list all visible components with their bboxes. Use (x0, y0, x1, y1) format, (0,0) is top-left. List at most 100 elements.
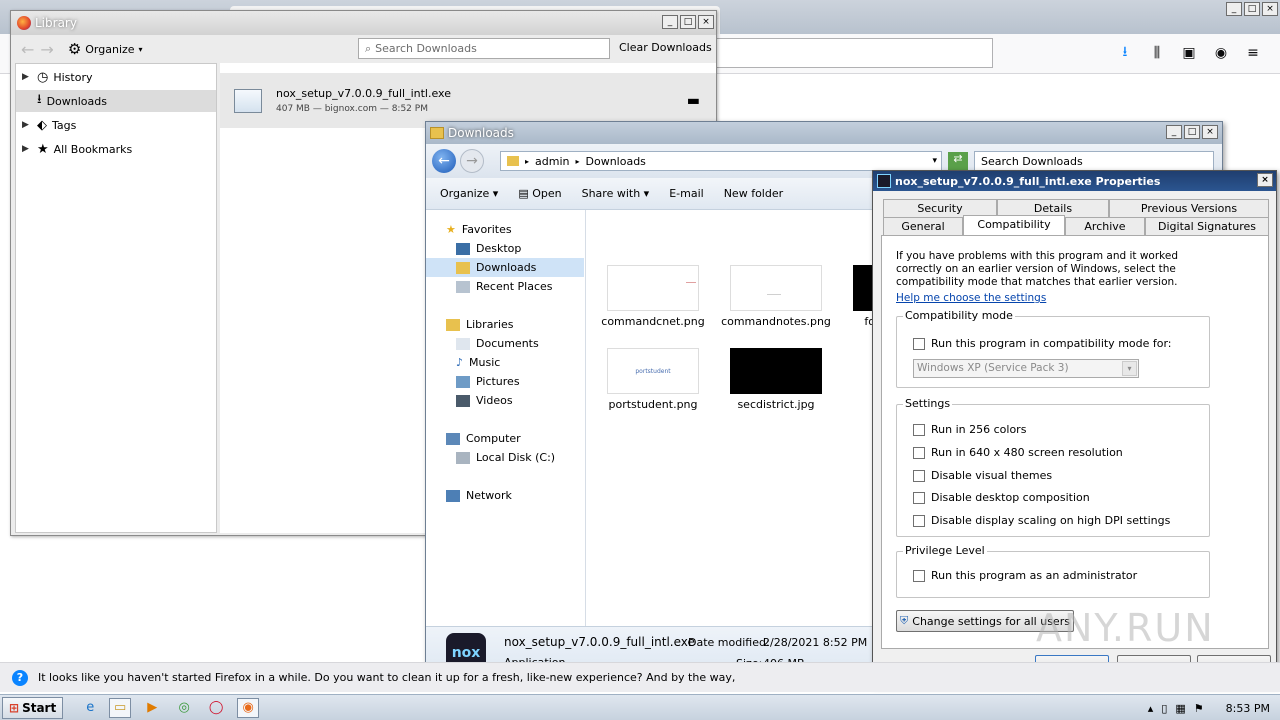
tab-general[interactable]: General (883, 217, 963, 235)
nav-network[interactable]: Network (426, 486, 584, 505)
close-icon[interactable]: × (698, 15, 714, 29)
setting-desktop-composition[interactable]: Disable desktop composition (913, 491, 1090, 504)
nav-recent-places[interactable]: Recent Places (426, 277, 584, 296)
nav-videos[interactable]: Videos (426, 391, 584, 410)
help-link[interactable]: Help me choose the settings (896, 292, 1046, 304)
chrome-icon[interactable]: ◎ (173, 698, 195, 718)
checkbox-box[interactable] (913, 337, 925, 350)
compat-mode-checkbox[interactable]: Run this program in compatibility mode f… (913, 337, 1172, 350)
tree-item-all-bookmarks[interactable]: ▶ ★ All Bookmarks (16, 138, 216, 160)
ie-icon[interactable]: e (79, 698, 101, 718)
checkbox-box[interactable] (913, 514, 925, 527)
organize-button[interactable]: ⚙ Organize ▾ (68, 40, 143, 58)
back-arrow-icon[interactable]: ← (21, 40, 34, 59)
refresh-icon[interactable]: ⇄ (948, 152, 968, 170)
share-with-button[interactable]: Share with ▾ (582, 187, 650, 200)
file-name[interactable]: fo (815, 315, 875, 328)
url-bar[interactable] (700, 38, 993, 68)
nav-pictures[interactable]: Pictures (426, 372, 584, 391)
start-button[interactable]: ⊞ Start (2, 696, 64, 719)
forward-arrow-icon[interactable]: → (40, 40, 53, 59)
account-icon[interactable]: ◉ (1208, 40, 1234, 66)
tree-item-history[interactable]: ▶ ◷ History (16, 66, 216, 88)
chevron-down-icon[interactable]: ▾ (1122, 361, 1137, 376)
setting-256-colors[interactable]: Run in 256 colors (913, 423, 1026, 436)
close-icon[interactable]: × (1202, 125, 1218, 139)
opera-icon[interactable]: ◯ (205, 698, 227, 718)
new-folder-button[interactable]: New folder (724, 187, 783, 200)
file-thumbnail[interactable] (730, 348, 822, 394)
sidebar-icon[interactable]: ▣ (1176, 40, 1202, 66)
setting-visual-themes[interactable]: Disable visual themes (913, 469, 1052, 482)
email-button[interactable]: E-mail (669, 187, 704, 200)
tree-item-downloads[interactable]: ⭳ Downloads (16, 90, 216, 112)
checkbox-box[interactable] (913, 569, 925, 582)
open-button[interactable]: ▤ Open (518, 187, 561, 200)
expand-arrow-icon[interactable]: ▶ (22, 120, 32, 130)
maximize-icon[interactable]: □ (1244, 2, 1260, 16)
setting-dpi-scaling[interactable]: Disable display scaling on high DPI sett… (913, 514, 1170, 527)
file-thumbnail[interactable]: portstudent (607, 348, 699, 394)
libraries-icon (446, 318, 460, 331)
minimize-icon[interactable]: _ (1226, 2, 1242, 16)
nav-documents[interactable]: Documents (426, 334, 584, 353)
maximize-icon[interactable]: □ (680, 15, 696, 29)
nav-desktop[interactable]: Desktop (426, 239, 584, 258)
flag-icon[interactable]: ⚑ (1194, 702, 1204, 715)
close-icon[interactable]: × (1262, 2, 1278, 16)
breadcrumb-downloads[interactable]: Downloads (586, 155, 646, 168)
library-search-input[interactable]: ⌕ Search Downloads (358, 38, 610, 59)
show-hidden-icons-icon[interactable]: ▴ (1148, 702, 1154, 715)
checkbox-box[interactable] (913, 423, 925, 436)
tab-digital-signatures[interactable]: Digital Signatures (1145, 217, 1269, 235)
run-as-admin-checkbox[interactable]: Run this program as an administrator (913, 569, 1137, 582)
file-name[interactable]: portstudent.png (588, 398, 718, 411)
menu-icon[interactable]: ≡ (1240, 40, 1266, 66)
nav-favorites[interactable]: ★ Favorites (426, 220, 584, 239)
back-button[interactable]: ← (432, 149, 456, 173)
maximize-icon[interactable]: □ (1184, 125, 1200, 139)
nav-downloads[interactable]: Downloads (426, 258, 584, 277)
expand-arrow-icon[interactable]: ▶ (22, 144, 32, 154)
media-player-icon[interactable]: ▶ (141, 698, 163, 718)
close-icon[interactable]: × (1257, 173, 1273, 187)
setting-640x480[interactable]: Run in 640 x 480 screen resolution (913, 446, 1123, 459)
file-name[interactable]: commandcnet.png (588, 315, 718, 328)
breadcrumb-admin[interactable]: admin (535, 155, 569, 168)
minimize-icon[interactable]: _ (662, 15, 678, 29)
download-arrow-icon[interactable]: ⭳ (1112, 40, 1138, 66)
file-thumbnail[interactable] (607, 265, 699, 311)
tab-compatibility[interactable]: Compatibility (963, 215, 1065, 235)
network-icon[interactable]: ▦ (1175, 702, 1185, 715)
nav-local-disk[interactable]: Local Disk (C:) (426, 448, 584, 467)
checkbox-box[interactable] (913, 469, 925, 482)
explorer-folder-icon[interactable]: ▭ (109, 697, 132, 718)
clear-downloads-button[interactable]: Clear Downloads (619, 41, 712, 54)
checkbox-box[interactable] (913, 491, 925, 504)
nav-computer[interactable]: Computer (426, 429, 584, 448)
organize-button[interactable]: Organize ▾ (440, 187, 498, 200)
minimize-icon[interactable]: _ (1166, 125, 1182, 139)
tab-previous-versions[interactable]: Previous Versions (1109, 199, 1269, 217)
firefox-icon[interactable]: ◉ (237, 697, 260, 718)
address-bar[interactable]: ▸ admin ▸ Downloads ▾ (500, 151, 942, 171)
nav-music[interactable]: ♪ Music (426, 353, 584, 372)
file-name[interactable]: secdistrict.jpg (711, 398, 841, 411)
library-icon[interactable]: ⫼ (1144, 40, 1170, 66)
compat-os-select[interactable]: Windows XP (Service Pack 3) ▾ (913, 359, 1139, 378)
expand-arrow-icon[interactable]: ▶ (22, 72, 32, 82)
action-center-icon[interactable]: ▯ (1161, 702, 1167, 715)
tree-item-tags[interactable]: ▶ ⬖ Tags (16, 114, 216, 136)
download-item[interactable]: nox_setup_v7.0.0.9_full_intl.exe 407 MB … (220, 73, 716, 128)
properties-close-button[interactable]: × (1257, 173, 1273, 187)
forward-button[interactable]: → (460, 149, 484, 173)
clock[interactable]: 8:53 PM (1226, 702, 1270, 715)
file-thumbnail[interactable] (730, 265, 822, 311)
tab-archive[interactable]: Archive (1065, 217, 1145, 235)
checkbox-box[interactable] (913, 446, 925, 459)
chevron-down-icon[interactable]: ▾ (932, 156, 937, 166)
explorer-search-input[interactable]: Search Downloads (974, 151, 1214, 171)
nav-libraries[interactable]: Libraries (426, 315, 584, 334)
folder-icon[interactable]: ▬ (687, 93, 700, 109)
explorer-nav-pane: ★ Favorites Desktop Downloads Recent Plac… (426, 210, 586, 626)
